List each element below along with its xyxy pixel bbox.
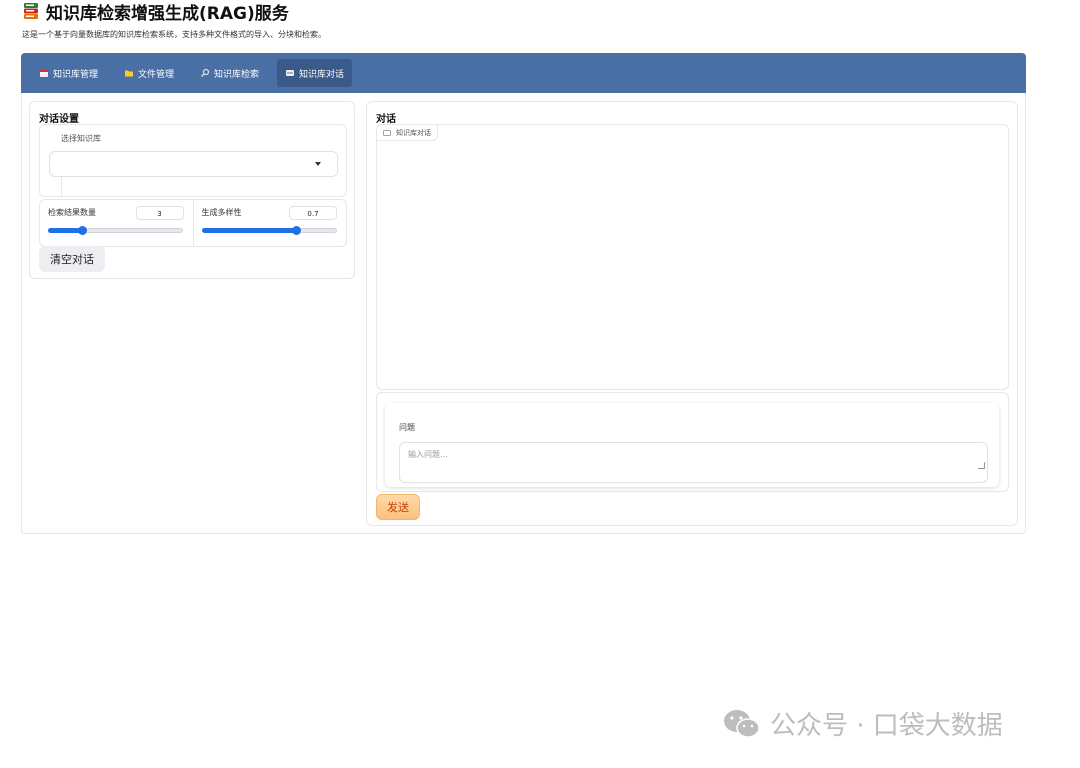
page-header: 知识库检索增强生成(RAG)服务 这是一个基于向量数据库的知识库检索系统，支持多… bbox=[22, 0, 1022, 40]
question-card: 问题 输入问题... bbox=[385, 403, 999, 487]
settings-title: 对话设置 bbox=[39, 114, 79, 125]
folder-icon bbox=[125, 70, 134, 77]
kb-select-dropdown[interactable] bbox=[49, 151, 338, 177]
temperature-control: 生成多样性 0.7 bbox=[192, 200, 347, 246]
top-k-control: 检索结果数量 3 bbox=[40, 200, 193, 246]
top-k-slider-thumb[interactable] bbox=[78, 226, 88, 235]
chat-title: 对话 bbox=[376, 114, 396, 125]
temperature-slider-thumb[interactable] bbox=[291, 226, 301, 235]
tab-label: 知识库检索 bbox=[214, 69, 260, 80]
tab-kb-management[interactable]: 知识库管理 bbox=[31, 59, 106, 87]
chat-icon bbox=[286, 70, 295, 76]
chat-icon bbox=[383, 129, 391, 136]
database-icon bbox=[40, 70, 48, 77]
temperature-slider[interactable] bbox=[201, 226, 337, 235]
tab-label: 文件管理 bbox=[138, 69, 175, 80]
tab-bar: 知识库管理 文件管理 知识库检索 知识库对话 bbox=[21, 53, 1026, 93]
top-k-slider-fill bbox=[48, 228, 82, 233]
temperature-slider-fill bbox=[201, 228, 295, 233]
wechat-icon bbox=[724, 709, 760, 738]
watermark: 公众号 · 口袋大数据 bbox=[722, 705, 1003, 742]
chevron-down-icon bbox=[315, 162, 321, 166]
tab-label: 知识库管理 bbox=[53, 69, 99, 80]
temperature-number-input[interactable]: 0.7 bbox=[289, 206, 337, 220]
clear-chat-button[interactable]: 清空对话 bbox=[39, 246, 105, 272]
temperature-label: 生成多样性 bbox=[201, 208, 242, 217]
chatbot-label: 知识库对话 bbox=[396, 128, 431, 137]
search-icon bbox=[201, 68, 210, 77]
tab-kb-search[interactable]: 知识库检索 bbox=[192, 59, 267, 87]
question-label: 问题 bbox=[399, 423, 415, 432]
top-k-slider[interactable] bbox=[48, 226, 183, 235]
send-button[interactable]: 发送 bbox=[376, 494, 420, 520]
chat-settings-panel: 对话设置 选择知识库 检索结果数量 3 生成多样性 0.7 清空对话 bbox=[29, 101, 355, 279]
kb-select-label: 选择知识库 bbox=[61, 134, 101, 143]
tab-label: 知识库对话 bbox=[299, 69, 345, 80]
question-group: 问题 输入问题... bbox=[376, 392, 1009, 492]
chatbot-label-tag: 知识库对话 bbox=[377, 125, 438, 141]
tab-kb-chat[interactable]: 知识库对话 bbox=[277, 59, 353, 87]
watermark-text: 公众号 · 口袋大数据 bbox=[770, 711, 1003, 741]
top-k-label: 检索结果数量 bbox=[48, 208, 96, 217]
divider bbox=[61, 177, 62, 197]
chatbot-area: 知识库对话 bbox=[376, 124, 1009, 390]
page-title: 知识库检索增强生成(RAG)服务 bbox=[46, 3, 289, 24]
tab-file-management[interactable]: 文件管理 bbox=[116, 59, 182, 87]
question-input[interactable]: 输入问题... bbox=[399, 442, 988, 483]
chat-panel: 对话 知识库对话 问题 输入问题... 发送 bbox=[366, 101, 1018, 526]
page-description: 这是一个基于向量数据库的知识库检索系统，支持多种文件格式的导入、分块和检索。 bbox=[22, 30, 326, 39]
top-k-number-input[interactable]: 3 bbox=[135, 206, 184, 220]
slider-group: 检索结果数量 3 生成多样性 0.7 bbox=[39, 199, 347, 247]
kb-selector-group: 选择知识库 bbox=[39, 124, 347, 197]
resize-handle-icon[interactable] bbox=[978, 462, 985, 469]
books-icon bbox=[24, 3, 38, 19]
